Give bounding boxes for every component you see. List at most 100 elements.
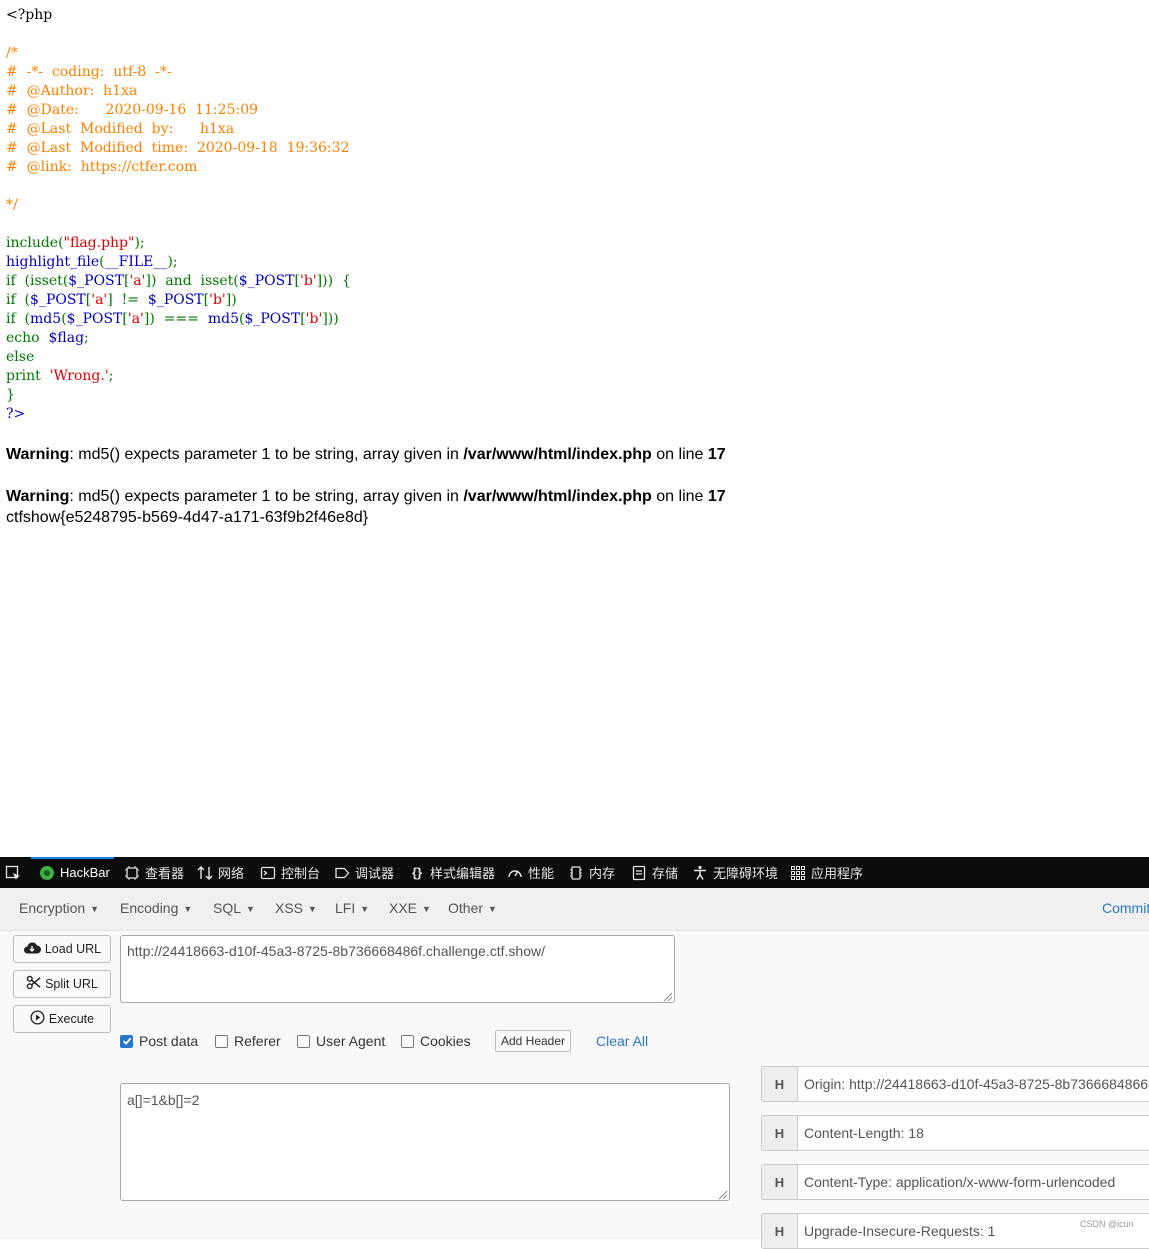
- code-token: $_POST: [238, 273, 295, 289]
- code-token: 'b': [305, 311, 323, 327]
- header-row[interactable]: H Origin: http://24418663-d10f-45a3-8725…: [761, 1066, 1149, 1102]
- code-line: */: [6, 196, 351, 215]
- url-input[interactable]: http://24418663-d10f-45a3-8725-8b7366684…: [120, 935, 675, 1003]
- menu-label: LFI: [335, 900, 356, 916]
- checkbox-label: Referer: [234, 1033, 281, 1049]
- grid-icon: [790, 865, 806, 881]
- menu-lfi[interactable]: LFI ▼: [335, 900, 369, 916]
- header-value[interactable]: Origin: http://24418663-d10f-45a3-8725-8…: [798, 1067, 1149, 1101]
- menu-other[interactable]: Other ▼: [448, 900, 497, 916]
- header-value[interactable]: Content-Length: 18: [798, 1116, 930, 1150]
- checkbox-box: [215, 1034, 228, 1048]
- tab-label: 控制台: [281, 866, 321, 881]
- caret-down-icon: ▼: [90, 904, 100, 914]
- menu-encoding[interactable]: Encoding ▼: [120, 900, 192, 916]
- tab-accessibility[interactable]: 无障碍环境: [692, 857, 778, 888]
- warning-file: /var/www/html/index.php: [463, 446, 652, 463]
- code-token: ;: [108, 368, 114, 384]
- code-token: ])): [322, 311, 339, 327]
- code-line: include("flag.php");: [6, 234, 351, 253]
- header-row[interactable]: H Content-Type: application/x-www-form-u…: [761, 1164, 1149, 1200]
- execute-button[interactable]: Execute: [13, 1005, 111, 1033]
- menu-xxe[interactable]: XXE ▼: [389, 900, 431, 916]
- code-token: print: [6, 368, 50, 384]
- code-line: ?>: [6, 405, 351, 424]
- resize-handle-icon[interactable]: [661, 989, 673, 1002]
- checkbox-label: Post data: [139, 1033, 199, 1049]
- code-token: else: [6, 349, 35, 365]
- split-url-button[interactable]: Split URL: [13, 970, 111, 998]
- tab-storage[interactable]: 存储: [631, 857, 678, 888]
- tab-label: 样式编辑器: [430, 866, 496, 881]
- caret-down-icon: ▼: [360, 904, 370, 914]
- warning-file: /var/www/html/index.php: [463, 488, 652, 505]
- debugger-icon: [334, 865, 350, 881]
- accessibility-icon: [692, 865, 708, 881]
- code-token: <?php: [6, 7, 53, 23]
- tab-debugger[interactable]: 调试器: [334, 857, 394, 888]
- referer-checkbox[interactable]: Referer: [215, 1033, 281, 1049]
- header-value[interactable]: Upgrade-Insecure-Requests: 1: [798, 1214, 1001, 1248]
- code-token: );: [167, 254, 178, 270]
- post-data-input[interactable]: a[]=1&b[]=2: [120, 1083, 730, 1201]
- header-badge: H: [762, 1067, 798, 1101]
- code-token: # @Date: 2020-09-16 11:25:09: [6, 102, 259, 118]
- tab-label: HackBar: [60, 865, 110, 880]
- devtools-toolbar: HackBar 查看器 网络 控制台 调试器 {} 样式编辑器 性能 内存 存储…: [0, 857, 1149, 888]
- cookies-checkbox[interactable]: Cookies: [401, 1033, 471, 1049]
- code-token: "flag.php": [63, 235, 135, 251]
- php-source-code: <?php /* # -*- coding: utf-8 -*- # @Author:…: [6, 6, 351, 424]
- tab-inspector[interactable]: 查看器: [124, 857, 184, 888]
- menu-label: Encoding: [120, 900, 179, 916]
- code-line: highlight_file(__FILE__);: [6, 253, 351, 272]
- post-data-checkbox[interactable]: Post data: [120, 1033, 198, 1049]
- header-value[interactable]: Content-Type: application/x-www-form-url…: [798, 1165, 1121, 1199]
- code-token: __FILE__: [104, 254, 168, 270]
- tab-memory[interactable]: 内存: [568, 857, 615, 888]
- commit-button[interactable]: Commit: [1102, 900, 1149, 916]
- code-token: # @Author: h1xa: [6, 83, 138, 99]
- play-circle-icon: [30, 1010, 45, 1028]
- header-row[interactable]: H Content-Length: 18: [761, 1115, 1149, 1151]
- code-token: ]) ===: [143, 311, 208, 327]
- braces-icon: {}: [411, 865, 423, 880]
- menu-encryption[interactable]: Encryption ▼: [19, 900, 99, 916]
- menu-xss[interactable]: XSS ▼: [275, 900, 317, 916]
- checkbox-box: [297, 1034, 310, 1048]
- resize-handle-icon[interactable]: [716, 1187, 728, 1200]
- code-line: if (isset($_POST['a']) and isset($_POST[…: [6, 272, 351, 291]
- code-token: 'a': [127, 311, 144, 327]
- tab-network[interactable]: 网络: [197, 857, 244, 888]
- code-token: ]) and isset(: [145, 273, 239, 289]
- code-token: ]): [225, 292, 237, 308]
- tab-hackbar[interactable]: HackBar: [31, 857, 114, 888]
- tab-style-editor[interactable]: {} 样式编辑器: [409, 857, 495, 888]
- element-picker-icon[interactable]: [5, 857, 21, 888]
- tab-performance[interactable]: 性能: [507, 857, 554, 888]
- warning-on-line: on line: [651, 446, 708, 463]
- add-header-button[interactable]: Add Header: [495, 1030, 571, 1052]
- caret-down-icon: ▼: [183, 904, 193, 914]
- warning-line-number: 17: [707, 446, 726, 463]
- warning-text: : md5() expects parameter 1 to be string…: [69, 488, 464, 505]
- code-token: $_POST: [66, 311, 123, 327]
- checkmark-icon: [120, 1034, 133, 1048]
- tab-application[interactable]: 应用程序: [790, 857, 863, 888]
- clear-all-link[interactable]: Clear All: [596, 1033, 648, 1049]
- devtools-panel: HackBar 查看器 网络 控制台 调试器 {} 样式编辑器 性能 内存 存储…: [0, 857, 1149, 1249]
- user-agent-checkbox[interactable]: User Agent: [297, 1033, 385, 1049]
- code-token: md5: [30, 311, 62, 327]
- tab-console[interactable]: 控制台: [260, 857, 320, 888]
- load-url-button[interactable]: Load URL: [13, 935, 111, 963]
- code-token: highlight_file: [6, 254, 100, 270]
- code-line: # @Last Modified by: h1xa: [6, 120, 351, 139]
- code-token: $_POST: [68, 273, 124, 289]
- code-token: $_POST: [30, 292, 86, 308]
- url-value: http://24418663-d10f-45a3-8725-8b7366684…: [127, 943, 545, 959]
- code-line: # @Author: h1xa: [6, 82, 351, 101]
- hackbar-menu: Encryption ▼ Encoding ▼ SQL ▼ XSS ▼ LFI ▼ XXE…: [0, 888, 1149, 931]
- menu-sql[interactable]: SQL ▼: [213, 900, 255, 916]
- php-warning-2: Warning: md5() expects parameter 1 to be…: [6, 486, 726, 507]
